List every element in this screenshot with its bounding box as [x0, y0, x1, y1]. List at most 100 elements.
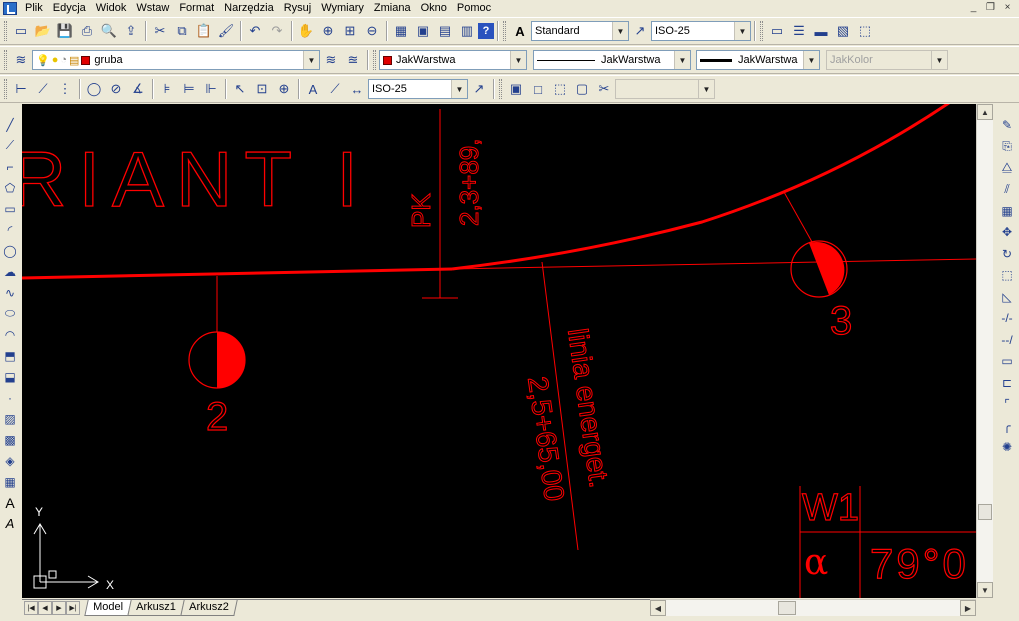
linetype-select[interactable]: JakWarstwa ▼: [533, 50, 691, 70]
design-center-icon[interactable]: ▣: [412, 20, 434, 42]
extend-icon[interactable]: --/: [998, 329, 1016, 351]
pan-icon[interactable]: ✋: [295, 20, 317, 42]
match-properties-icon[interactable]: 🖌: [215, 20, 237, 42]
revision-cloud-icon[interactable]: ☁: [1, 261, 19, 282]
plot-icon[interactable]: ⎙: [76, 20, 98, 42]
baseline-dimension-icon[interactable]: ⊨: [178, 78, 200, 100]
menu-rysuj[interactable]: Rysuj: [279, 0, 317, 16]
lineweight-select[interactable]: JakWarstwa ▼: [696, 50, 820, 70]
text-style-select[interactable]: Standard ▼: [531, 21, 629, 41]
single-line-text-icon[interactable]: A: [1, 513, 19, 534]
preview-icon[interactable]: 🔍: [98, 20, 120, 42]
gradient-icon[interactable]: ▩: [1, 429, 19, 450]
center-mark-icon[interactable]: ⊕: [273, 78, 295, 100]
sheet-set-icon[interactable]: ▥: [456, 20, 478, 42]
copy-object-icon[interactable]: ⎘: [998, 136, 1016, 158]
scroll-down-button[interactable]: ▼: [977, 582, 993, 598]
radius-dimension-icon[interactable]: ◯: [83, 78, 105, 100]
scale-icon[interactable]: ⬚: [998, 265, 1016, 287]
multiline-text-icon[interactable]: A: [1, 492, 19, 513]
trim-icon[interactable]: -/-: [998, 308, 1016, 330]
menu-wymiary[interactable]: Wymiary: [316, 0, 369, 16]
tab-arkusz2[interactable]: Arkusz2: [180, 600, 238, 616]
undo-icon[interactable]: ↶: [244, 20, 266, 42]
rectangle-icon[interactable]: ▭: [1, 198, 19, 219]
arc-icon[interactable]: ◜: [1, 219, 19, 240]
vertical-scrollbar[interactable]: ▲ ▼: [976, 104, 993, 598]
color-select[interactable]: JakWarstwa ▼: [379, 50, 527, 70]
line-icon[interactable]: ╱: [1, 114, 19, 135]
horizontal-scroll-thumb[interactable]: [778, 601, 796, 615]
dimension-edit-icon[interactable]: A: [302, 78, 324, 100]
restore-button[interactable]: ❐: [983, 1, 998, 14]
save-icon[interactable]: 💾: [54, 20, 76, 42]
quick-dimension-icon[interactable]: ⊧: [156, 78, 178, 100]
next-tab-button[interactable]: ▶: [52, 601, 66, 615]
chevron-down-icon[interactable]: ▼: [451, 80, 467, 98]
tab-arkusz1[interactable]: Arkusz1: [127, 600, 185, 616]
dimension-text-edit-icon[interactable]: ⟋: [324, 78, 346, 100]
stretch-icon[interactable]: ◺: [998, 286, 1016, 308]
redo-icon[interactable]: ↷: [266, 20, 288, 42]
drawing-area[interactable]: RIANT I PK 2,3+89, linia energet. 2,5+65…: [22, 104, 976, 598]
region-icon[interactable]: ◈: [1, 450, 19, 471]
polyline-icon[interactable]: ⌐: [1, 156, 19, 177]
chevron-down-icon[interactable]: ▼: [303, 51, 319, 69]
copy-icon[interactable]: ⧉: [171, 20, 193, 42]
new-file-icon[interactable]: ▭: [10, 20, 32, 42]
menu-narzedzia[interactable]: Narzędzia: [219, 0, 279, 16]
scroll-left-button[interactable]: ◀: [650, 600, 666, 616]
aligned-dimension-icon[interactable]: ⟋: [32, 78, 54, 100]
circle-icon[interactable]: ◯: [1, 240, 19, 261]
minimize-button[interactable]: _: [966, 1, 981, 14]
ordinate-dimension-icon[interactable]: ⋮: [54, 78, 76, 100]
hatch-icon[interactable]: ▨: [1, 408, 19, 429]
drawing-svg[interactable]: RIANT I PK 2,3+89, linia energet. 2,5+65…: [22, 104, 976, 598]
quick-leader-icon[interactable]: ↖: [229, 78, 251, 100]
mirror-icon[interactable]: ⧋: [998, 157, 1016, 179]
offset-icon[interactable]: ⫽: [998, 179, 1016, 201]
zoom-realtime-icon[interactable]: ⊕: [317, 20, 339, 42]
layer-select[interactable]: 💡 ● ◔ ▤ gruba ▼: [32, 50, 320, 70]
insert-block-icon[interactable]: ⬒: [1, 345, 19, 366]
linear-dimension-icon[interactable]: ⊢: [10, 78, 32, 100]
convert-to-viewport-icon[interactable]: ▢: [571, 78, 593, 100]
last-tab-button[interactable]: ▶|: [66, 601, 80, 615]
rotate-icon[interactable]: ↻: [998, 243, 1016, 265]
layer-previous-icon[interactable]: ≊: [342, 49, 364, 71]
menu-edycja[interactable]: Edycja: [48, 0, 91, 16]
first-tab-button[interactable]: |◀: [24, 601, 38, 615]
vertical-scroll-thumb[interactable]: [978, 504, 992, 520]
move-icon[interactable]: ✥: [998, 222, 1016, 244]
viewport-icon[interactable]: ▣: [505, 78, 527, 100]
scroll-up-button[interactable]: ▲: [977, 104, 993, 120]
close-button[interactable]: ×: [1000, 1, 1015, 14]
make-block-icon[interactable]: ⬓: [1, 366, 19, 387]
single-viewport-icon[interactable]: □: [527, 78, 549, 100]
tool-palettes-icon[interactable]: ▤: [434, 20, 456, 42]
chevron-down-icon[interactable]: ▼: [674, 51, 690, 69]
ellipse-icon[interactable]: ⬭: [1, 303, 19, 324]
plot-style-icon[interactable]: ▬: [810, 20, 832, 42]
menu-wstaw[interactable]: Wstaw: [131, 0, 174, 16]
continue-dimension-icon[interactable]: ⊩: [200, 78, 222, 100]
array-icon[interactable]: ▦: [998, 200, 1016, 222]
open-file-icon[interactable]: 📂: [32, 20, 54, 42]
scroll-right-button[interactable]: ▶: [960, 600, 976, 616]
fillet-icon[interactable]: ╭: [998, 415, 1016, 437]
menu-widok[interactable]: Widok: [91, 0, 132, 16]
menu-plik[interactable]: Plik: [20, 0, 48, 16]
layer-manager-icon[interactable]: ≋: [10, 49, 32, 71]
chevron-down-icon[interactable]: ▼: [803, 51, 819, 69]
tab-model[interactable]: Model: [84, 600, 132, 616]
horizontal-scrollbar[interactable]: ◀ ▶: [650, 599, 976, 616]
menu-zmiana[interactable]: Zmiana: [369, 0, 416, 16]
diameter-dimension-icon[interactable]: ⊘: [105, 78, 127, 100]
paste-icon[interactable]: 📋: [193, 20, 215, 42]
explode-icon[interactable]: ✺: [998, 437, 1016, 459]
toolbar-grip[interactable]: [503, 21, 506, 41]
construction-line-icon[interactable]: ⟋: [1, 135, 19, 156]
toolbar-grip[interactable]: [760, 21, 763, 41]
app-icon[interactable]: [3, 1, 17, 15]
clip-viewport-icon[interactable]: ✂: [593, 78, 615, 100]
